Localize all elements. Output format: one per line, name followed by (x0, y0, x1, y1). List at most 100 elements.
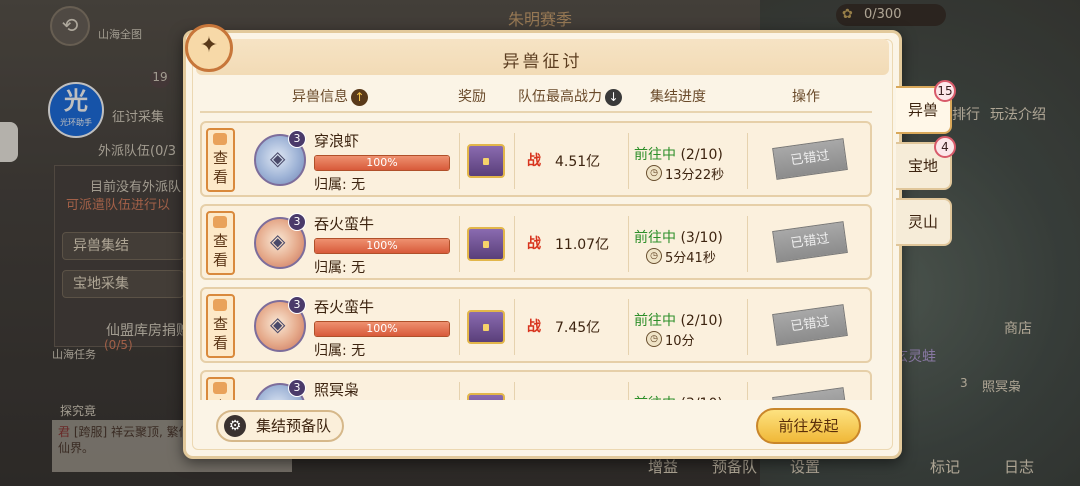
level-badge: 3 (288, 296, 306, 314)
reward-chest-icon[interactable] (467, 310, 505, 344)
header-info-label: 异兽信息 (292, 89, 348, 105)
gather-eta: 13分22秒 (665, 168, 725, 183)
gather-eta: 10分 (665, 334, 695, 349)
view-button[interactable]: 查看 (206, 211, 235, 275)
level-badge: 3 (288, 130, 306, 148)
beast-row[interactable]: 查看 ◈ 3 吞火蛮牛 100% 归属: 无 战 11.07亿 前往中 (3/1… (200, 204, 872, 280)
view-label: 查看 (212, 149, 228, 186)
gear-icon: ⚙ (224, 415, 246, 437)
beast-portrait-icon: ◈ (270, 146, 286, 170)
sort-up-icon[interactable]: ↑ (351, 88, 368, 106)
column-divider (628, 299, 629, 355)
header-divider (200, 111, 872, 113)
reward-chest-icon[interactable] (467, 144, 505, 178)
power-icon: 战 (527, 399, 541, 400)
column-divider (628, 216, 629, 272)
owner-text: 归属: 无 (314, 257, 365, 277)
reward-chest-icon[interactable] (467, 393, 505, 400)
tab-2[interactable]: 灵山 (896, 198, 952, 246)
gather-eta: 5分41秒 (665, 251, 716, 266)
status-text: 前往中 (634, 147, 676, 163)
column-divider (747, 299, 748, 355)
clock-icon: ◷ (646, 331, 662, 347)
level-badge: 3 (288, 379, 306, 397)
hp-bar: 100% (314, 155, 450, 171)
dialog-title: 异兽征讨 (502, 52, 583, 72)
view-button[interactable]: 查看 (206, 128, 235, 192)
gather-progress: (3/10) (680, 396, 722, 400)
owner-value: 无 (351, 177, 366, 193)
beast-row[interactable]: 查看 ◈ 3 吞火蛮牛 100% 归属: 无 战 7.45亿 前往中 (2/10… (200, 287, 872, 363)
tab-count-badge: 15 (934, 80, 956, 102)
column-divider (459, 133, 460, 189)
hp-text: 100% (366, 239, 398, 252)
power-icon: 战 (527, 319, 541, 335)
hp-text: 100% (366, 156, 398, 169)
reserve-team-button[interactable]: ⚙ 集结预备队 (216, 410, 344, 442)
clock-icon: ◷ (646, 248, 662, 264)
power-icon: 战 (527, 153, 541, 169)
gather-status: 前往中 (2/10) (634, 144, 723, 164)
column-divider (747, 382, 748, 400)
reward-chest-icon[interactable] (467, 227, 505, 261)
column-divider (514, 216, 515, 272)
tab-count-badge: 4 (934, 136, 956, 158)
missed-stamp: 已错过 (772, 304, 848, 346)
status-text: 前往中 (634, 313, 676, 329)
mascot-icon: ✦ (185, 24, 233, 72)
tab-0[interactable]: 异兽 15 (896, 80, 956, 134)
gather-status: 前往中 (3/10) (634, 393, 723, 400)
reserve-team-label: 集结预备队 (256, 417, 332, 435)
column-divider (628, 133, 629, 189)
view-label: 查看 (212, 315, 228, 352)
header-info[interactable]: 异兽信息 ↑ (292, 86, 368, 106)
gather-status: 前往中 (2/10) (634, 310, 723, 330)
tab-1[interactable]: 宝地 4 (896, 136, 956, 190)
tab-label: 灵山 (907, 213, 938, 231)
missed-stamp (772, 387, 848, 400)
beast-row[interactable]: 查看 ◈ 3 照冥枭 100% 归属: 无 战 前往中 (3/10) ◷ (200, 370, 872, 400)
beast-name: 穿浪虾 (314, 132, 360, 150)
team-power: 7.45亿 (555, 320, 601, 336)
beast-name: 吞火蛮牛 (314, 298, 375, 316)
team-power: 4.51亿 (555, 154, 601, 170)
level-badge: 3 (288, 213, 306, 231)
clock-icon: ◷ (646, 165, 662, 181)
owner-prefix: 归属: (314, 260, 347, 276)
team-power: 11.07亿 (555, 237, 610, 253)
beast-row[interactable]: 查看 ◈ 3 穿浪虾 100% 归属: 无 战 4.51亿 前往中 (2/10)… (200, 121, 872, 197)
column-divider (459, 216, 460, 272)
view-label: 查看 (212, 232, 228, 269)
tab-label: 异兽 (907, 101, 938, 119)
view-button[interactable]: 查看 (206, 294, 235, 358)
owner-text: 归属: 无 (314, 340, 365, 360)
owner-value: 无 (351, 260, 366, 276)
owner-text: 归属: 无 (314, 174, 365, 194)
column-divider (747, 216, 748, 272)
beast-portrait-icon: ◈ (270, 229, 286, 253)
header-power-label: 队伍最高战力 (518, 89, 602, 105)
column-divider (514, 382, 515, 400)
view-button[interactable]: 查看 (206, 377, 235, 400)
header-action: 操作 (792, 89, 820, 105)
column-divider (628, 382, 629, 400)
sort-down-icon[interactable]: ↓ (605, 88, 622, 106)
launch-button[interactable]: 前往发起 (756, 408, 861, 444)
hp-bar: 100% (314, 321, 450, 337)
tab-label: 宝地 (907, 157, 938, 175)
beast-list[interactable]: 查看 ◈ 3 穿浪虾 100% 归属: 无 战 4.51亿 前往中 (2/10)… (200, 118, 875, 400)
beast-name: 吞火蛮牛 (314, 215, 375, 233)
header-progress: 集结进度 (650, 89, 706, 105)
missed-stamp: 已错过 (772, 138, 848, 180)
gather-status: 前往中 (3/10) (634, 227, 723, 247)
header-power[interactable]: 队伍最高战力 ↓ (518, 86, 622, 106)
beast-portrait-icon: ◈ (270, 395, 285, 400)
hp-text: 100% (366, 322, 398, 335)
view-label: 查看 (213, 398, 228, 400)
header-reward: 奖励 (458, 89, 486, 105)
column-divider (514, 299, 515, 355)
column-divider (514, 133, 515, 189)
column-divider (747, 133, 748, 189)
missed-stamp: 已错过 (772, 221, 848, 263)
owner-prefix: 归属: (314, 177, 347, 193)
